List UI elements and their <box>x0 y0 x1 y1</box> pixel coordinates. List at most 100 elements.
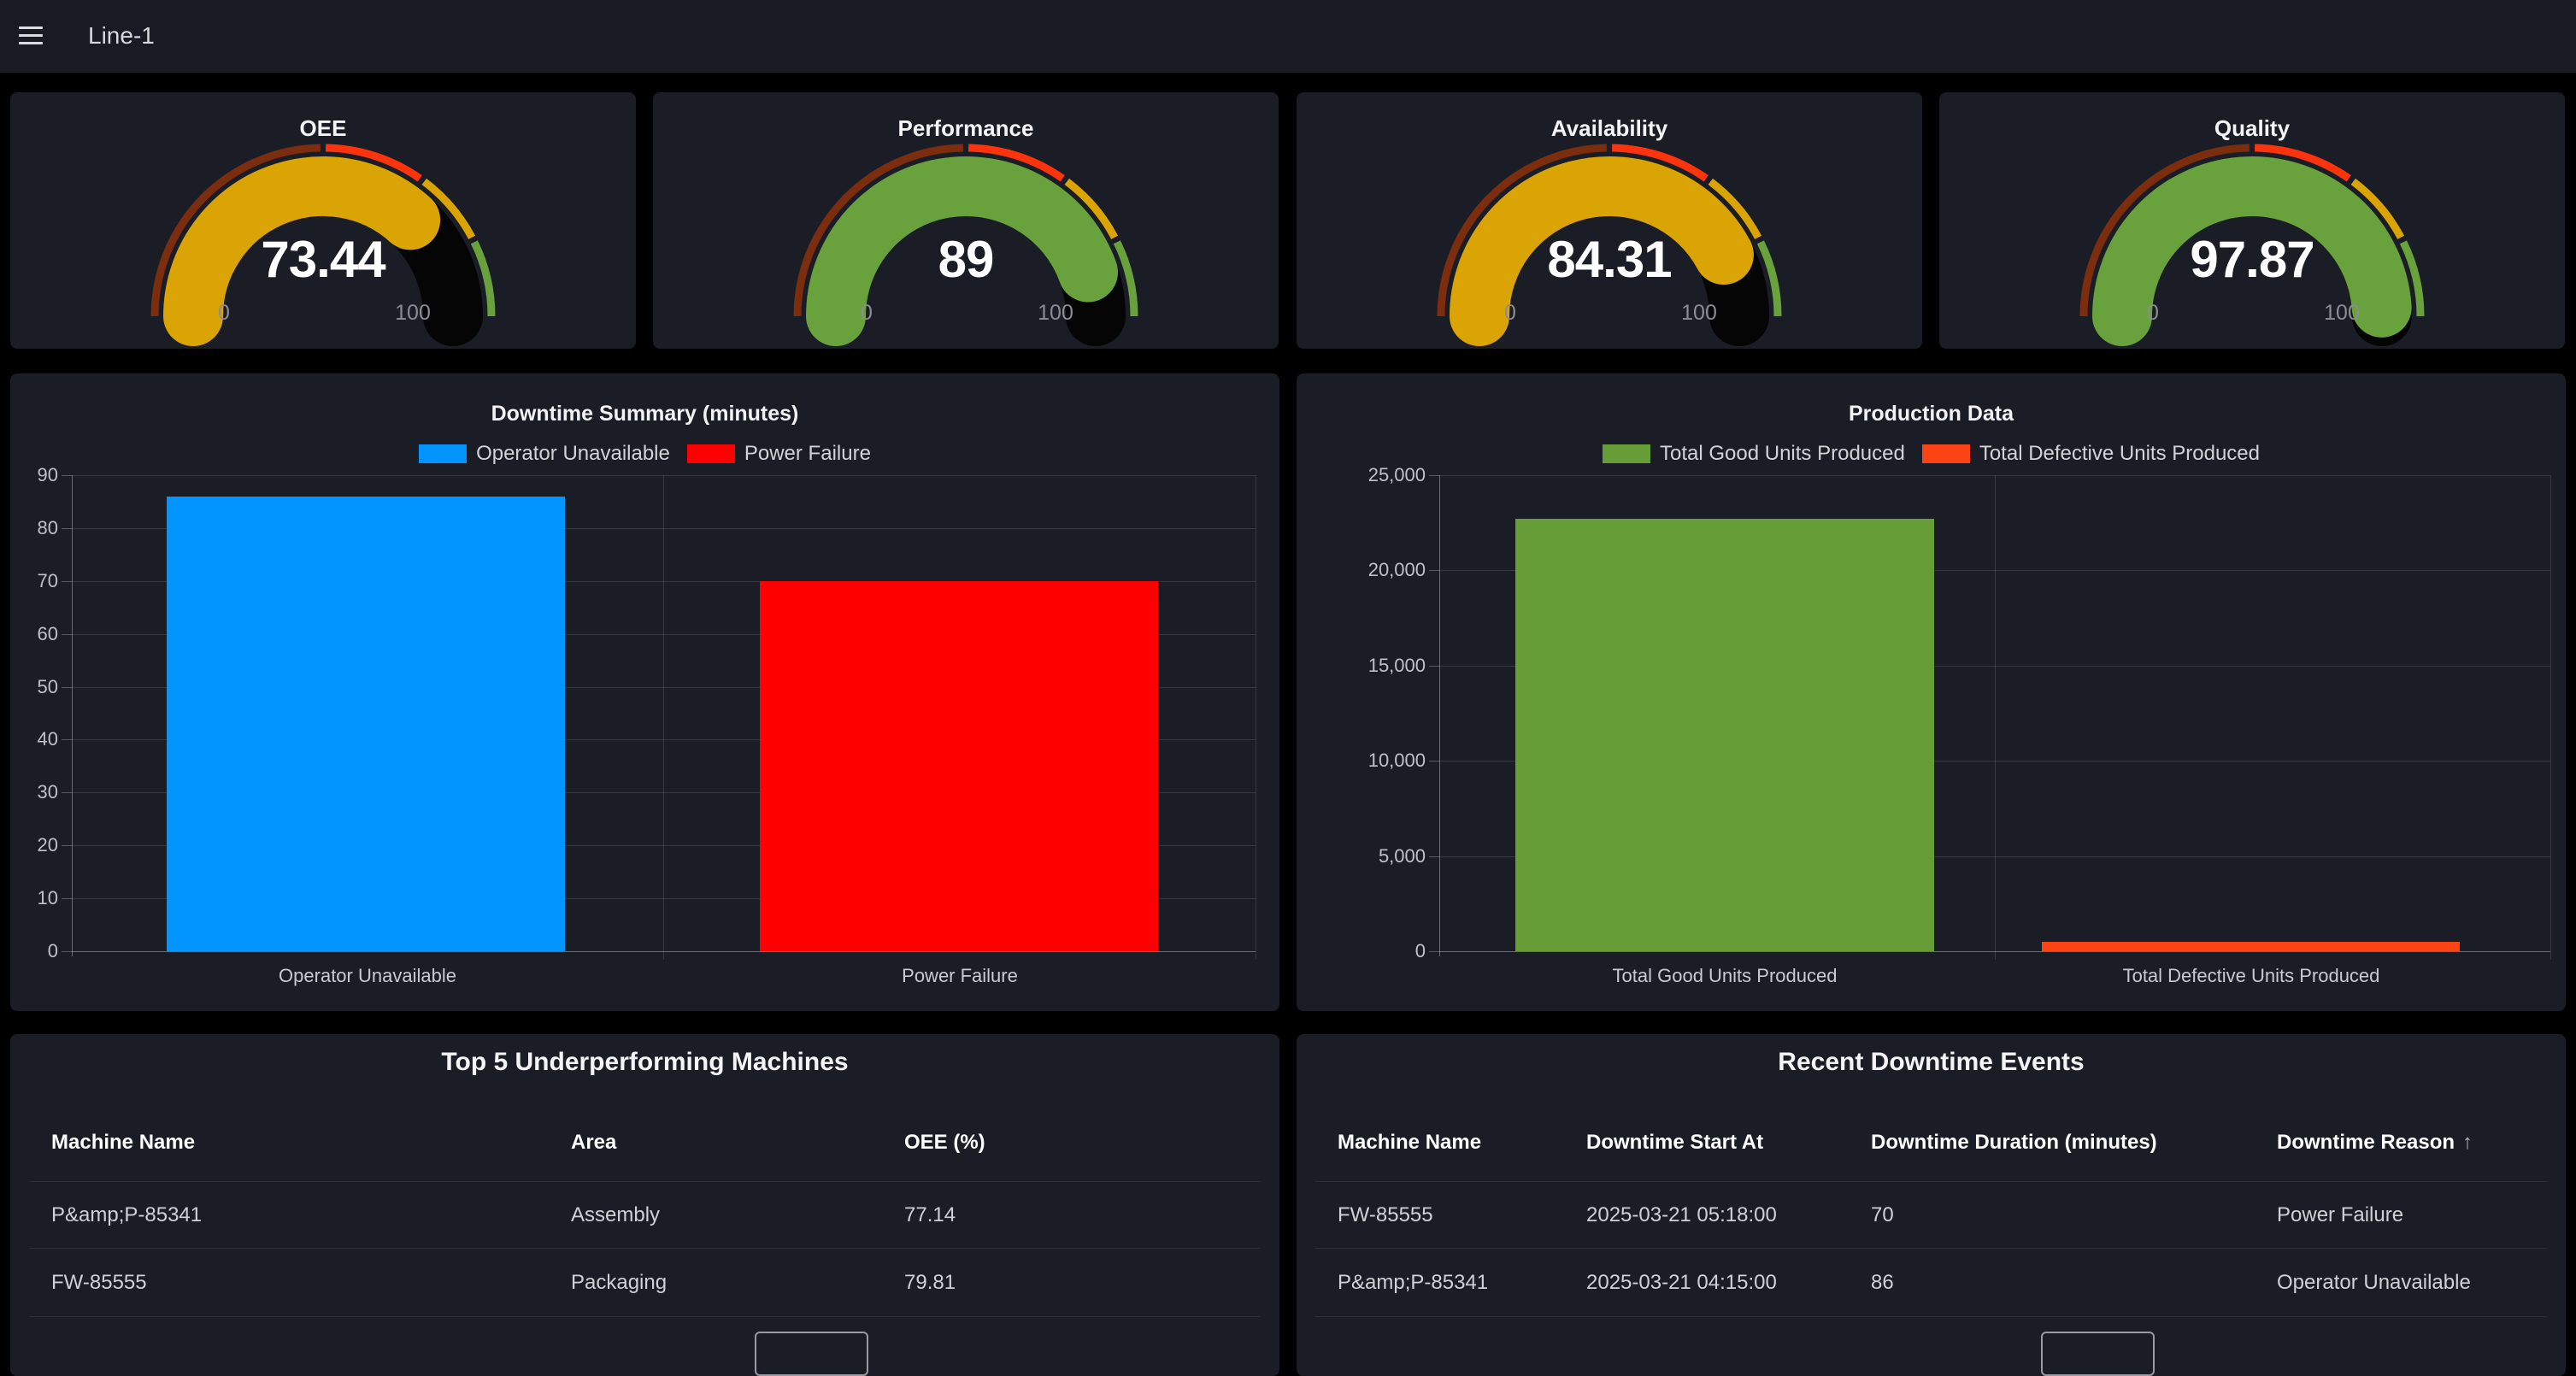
gauge-max-label: 100 <box>395 301 431 326</box>
plot-right-border <box>2550 475 2551 960</box>
menu-icon[interactable] <box>19 26 43 45</box>
y-tick-label: 50 <box>10 676 58 698</box>
column-header-downtime-reason[interactable]: Downtime Reason↑ <box>2277 1131 2473 1155</box>
table-cell: 2025-03-21 05:18:00 <box>1586 1203 1777 1227</box>
gauge-min-label: 0 <box>218 301 230 326</box>
table-cell: P&amp;P-85341 <box>1338 1271 1488 1295</box>
y-tick-label: 5,000 <box>1314 845 1426 867</box>
bar-power-failure[interactable] <box>760 581 1158 951</box>
column-header-machine-name[interactable]: Machine Name <box>51 1131 195 1155</box>
table-cell: P&amp;P-85341 <box>51 1203 202 1227</box>
gauge-min-label: 0 <box>1504 301 1516 326</box>
axis-tick <box>1429 570 1439 571</box>
axis-tick <box>62 739 72 740</box>
y-axis-line <box>1439 475 1440 956</box>
table-title: Top 5 Underperforming Machines <box>10 1048 1279 1077</box>
y-axis-line <box>72 475 73 956</box>
y-tick-label: 20,000 <box>1314 559 1426 581</box>
y-tick-label: 25,000 <box>1314 464 1426 486</box>
table-cell: Operator Unavailable <box>2277 1271 2471 1295</box>
gauge-max-label: 100 <box>1681 301 1717 326</box>
axis-tick <box>1429 475 1439 476</box>
column-header-area[interactable]: Area <box>571 1131 616 1155</box>
column-header-downtime-start-at[interactable]: Downtime Start At <box>1586 1131 1763 1155</box>
gauge-max-label: 100 <box>2324 301 2360 326</box>
axis-tick <box>62 528 72 529</box>
axis-tick <box>62 951 72 952</box>
table-cell: 70 <box>1871 1203 1894 1227</box>
table-cell: 77.14 <box>904 1203 956 1227</box>
panel-availability: Availability 84.31 0 100 <box>1297 92 1922 349</box>
y-tick-label: 0 <box>1314 940 1426 962</box>
x-category-label: Total Defective Units Produced <box>2123 965 2380 987</box>
x-category-label: Power Failure <box>902 965 1018 987</box>
y-tick-label: 15,000 <box>1314 655 1426 677</box>
panel-production-data: Production Data Total Good Units Produce… <box>1297 373 2566 1011</box>
x-axis-line <box>72 951 1256 952</box>
gauge-arc <box>653 92 1279 349</box>
axis-tick <box>62 898 72 899</box>
panel-oee: OEE 73.44 0 100 <box>10 92 636 349</box>
column-header-machine-name[interactable]: Machine Name <box>1338 1131 1481 1155</box>
table-title: Recent Downtime Events <box>1297 1048 2566 1077</box>
y-tick-label: 70 <box>10 570 58 592</box>
panel-underperforming-machines: Top 5 Underperforming Machines Machine N… <box>10 1034 1279 1376</box>
column-header-oee[interactable]: OEE (%) <box>904 1131 985 1155</box>
y-tick-label: 10,000 <box>1314 750 1426 772</box>
panel-performance: Performance 89 0 100 <box>653 92 1279 349</box>
top-nav: Line-1 <box>0 0 2576 73</box>
gauge-value: 97.87 <box>1939 230 2565 289</box>
gauge-min-label: 0 <box>2147 301 2159 326</box>
axis-tick <box>62 634 72 635</box>
y-tick-label: 30 <box>10 781 58 803</box>
table-cell: 2025-03-21 04:15:00 <box>1586 1271 1777 1295</box>
row-separator <box>29 1316 1261 1317</box>
axis-tick <box>1429 856 1439 857</box>
row-separator <box>29 1248 1261 1249</box>
row-separator <box>1315 1248 2547 1249</box>
panel-downtime-summary: Downtime Summary (minutes) Operator Unav… <box>10 373 1279 1011</box>
gauge-min-label: 0 <box>861 301 873 326</box>
bar-operator-unavailable[interactable] <box>167 497 565 951</box>
gauge-max-label: 100 <box>1038 301 1073 326</box>
gauge-value: 84.31 <box>1297 230 1922 289</box>
axis-tick <box>62 581 72 582</box>
category-divider-line <box>663 475 664 960</box>
y-tick-label: 20 <box>10 834 58 856</box>
row-separator <box>29 1181 1261 1182</box>
y-tick-label: 10 <box>10 887 58 909</box>
y-tick-label: 60 <box>10 623 58 645</box>
axis-tick <box>62 475 72 476</box>
axis-tick <box>62 687 72 688</box>
table-cell: Packaging <box>571 1271 667 1295</box>
panel-quality: Quality 97.87 0 100 <box>1939 92 2565 349</box>
table-cell: 86 <box>1871 1271 1894 1295</box>
row-separator <box>1315 1316 2547 1317</box>
table-cell: 79.81 <box>904 1271 956 1295</box>
bar-total-good-units-produced[interactable] <box>1515 519 1934 951</box>
table-cell: FW-85555 <box>51 1271 147 1295</box>
y-tick-label: 80 <box>10 517 58 539</box>
gauge-value: 89 <box>653 230 1279 289</box>
table-pagination-button[interactable] <box>755 1332 868 1376</box>
x-category-label: Total Good Units Produced <box>1613 965 1838 987</box>
table-pagination-button[interactable] <box>2041 1332 2155 1376</box>
table-cell: Assembly <box>571 1203 660 1227</box>
y-tick-label: 40 <box>10 728 58 750</box>
x-category-label: Operator Unavailable <box>279 965 456 987</box>
plot-area: 0 5,000 10,000 15,000 20,000 25,000 Total Good… <box>1297 373 2566 1011</box>
column-header-downtime-duration-minutes[interactable]: Downtime Duration (minutes) <box>1871 1131 2157 1155</box>
gauge-arc <box>10 92 636 349</box>
axis-tick <box>62 792 72 793</box>
gauge-value: 73.44 <box>10 230 636 289</box>
axis-tick <box>62 845 72 846</box>
plot-area: 0102030405060708090Operator UnavailableP… <box>10 373 1279 1011</box>
axis-tick <box>1429 761 1439 762</box>
axis-tick <box>1429 951 1439 952</box>
bar-total-defective-units-produced[interactable] <box>2042 942 2460 951</box>
table-cell: Power Failure <box>2277 1203 2403 1227</box>
sort-ascending-icon: ↑ <box>2462 1131 2473 1154</box>
axis-tick <box>1429 666 1439 667</box>
y-tick-label: 0 <box>10 940 58 962</box>
x-axis-line <box>1439 951 2550 952</box>
